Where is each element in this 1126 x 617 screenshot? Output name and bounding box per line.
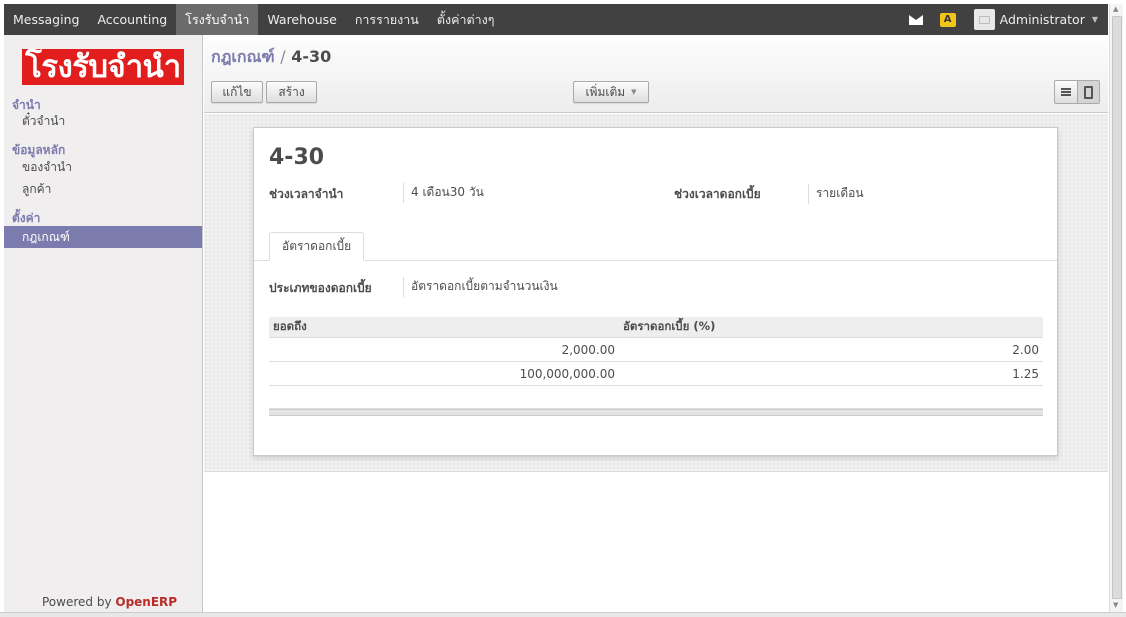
- interest-rate-table: ยอดถึง อัตราดอกเบี้ย (%) 2,000.00 2.00 1…: [269, 317, 1043, 416]
- form-view-button[interactable]: [1076, 81, 1099, 103]
- warning-icon[interactable]: A: [939, 12, 956, 27]
- sidebar-item-customers[interactable]: ลูกค้า: [4, 178, 202, 200]
- breadcrumb-current: 4-30: [291, 47, 332, 66]
- view-header: กฎเกณฑ์ / 4-30 แก้ไข สร้าง เพิ่มเติม ▼: [204, 35, 1108, 113]
- main-menu: Messaging Accounting โรงรับจำนำ Warehous…: [4, 4, 503, 35]
- view-switcher: [1054, 80, 1100, 104]
- topbar-right: A Administrator ▼: [908, 4, 1108, 35]
- table-row[interactable]: 2,000.00 2.00: [269, 338, 1043, 362]
- table-row[interactable]: 100,000,000.00 1.25: [269, 362, 1043, 386]
- breadcrumb-separator: /: [280, 47, 286, 66]
- edit-button[interactable]: แก้ไข: [211, 81, 263, 103]
- record-title: 4-30: [269, 145, 325, 170]
- cell-rate: 2.00: [1012, 342, 1039, 357]
- menu-warehouse[interactable]: Warehouse: [258, 4, 345, 35]
- form-sheet: 4-30 ช่วงเวลาจำนำ 4 เดือน30 วัน ช่วงเวลา…: [253, 127, 1058, 456]
- sidebar-item-pawn-items[interactable]: ของจำนำ: [4, 156, 202, 178]
- table-header: ยอดถึง อัตราดอกเบี้ย (%): [269, 317, 1043, 338]
- menu-reporting[interactable]: การรายงาน: [346, 4, 428, 35]
- menu-pawnshop[interactable]: โรงรับจำนำ: [176, 4, 259, 35]
- sidebar-item-rules[interactable]: กฎเกณฑ์: [4, 226, 202, 248]
- scroll-up-arrow-icon[interactable]: ▲: [1113, 5, 1118, 13]
- create-button[interactable]: สร้าง: [266, 81, 317, 103]
- interest-period-label: ช่วงเวลาดอกเบี้ย: [674, 187, 761, 201]
- scrollbar-thumb[interactable]: [1112, 16, 1122, 599]
- scroll-down-arrow-icon[interactable]: ▼: [1113, 601, 1118, 609]
- cell-amount: 2,000.00: [561, 342, 615, 357]
- interest-period-value: รายเดือน: [808, 184, 864, 204]
- caret-down-icon: ▼: [1091, 15, 1098, 24]
- list-view-button[interactable]: [1055, 81, 1077, 103]
- main-content: กฎเกณฑ์ / 4-30 แก้ไข สร้าง เพิ่มเติม ▼ 4-…: [204, 35, 1108, 612]
- sidebar-item-pawn-ticket[interactable]: ตั๋วจำนำ: [4, 110, 202, 132]
- company-logo[interactable]: โรงรับจำนำ: [22, 49, 184, 85]
- top-menu-bar: Messaging Accounting โรงรับจำนำ Warehous…: [4, 4, 1108, 35]
- pawn-period-label: ช่วงเวลาจำนำ: [269, 187, 344, 201]
- powered-prefix: Powered by: [42, 595, 116, 609]
- cell-amount: 100,000,000.00: [519, 366, 615, 381]
- powered-brand-link[interactable]: OpenERP: [115, 595, 177, 609]
- tab-bar-line: [254, 260, 1057, 261]
- more-button[interactable]: เพิ่มเติม ▼: [573, 81, 649, 103]
- breadcrumb-parent[interactable]: กฎเกณฑ์: [211, 47, 275, 66]
- sidebar: โรงรับจำนำ จำนำ ตั๋วจำนำ ข้อมูลหลัก ของจ…: [4, 35, 203, 612]
- column-header-amount[interactable]: ยอดถึง: [269, 318, 619, 336]
- user-menu[interactable]: Administrator ▼: [973, 4, 1108, 35]
- user-name: Administrator: [999, 12, 1085, 27]
- tab-interest-rate[interactable]: อัตราดอกเบี้ย: [269, 232, 365, 261]
- form-icon: [1083, 85, 1093, 99]
- more-button-label: เพิ่มเติม: [585, 84, 626, 99]
- table-empty-row: [269, 386, 1043, 409]
- avatar: [973, 9, 995, 30]
- menu-messaging[interactable]: Messaging: [4, 4, 88, 35]
- column-header-rate[interactable]: อัตราดอกเบี้ย (%): [619, 318, 1043, 336]
- table-footer: [269, 409, 1043, 416]
- list-icon: [1060, 88, 1071, 96]
- powered-by: Powered by OpenERP: [42, 595, 177, 609]
- caret-down-icon: ▼: [631, 88, 637, 96]
- pawn-period-value: 4 เดือน30 วัน: [403, 183, 484, 203]
- avatar-image-icon: [978, 15, 990, 24]
- window-bottom-edge: [0, 612, 1126, 617]
- interest-type-value: อัตราดอกเบี้ยตามจำนวนเงิน: [403, 277, 558, 297]
- vertical-scrollbar[interactable]: ▲ ▼: [1109, 4, 1123, 612]
- cell-rate: 1.25: [1012, 366, 1039, 381]
- mail-icon[interactable]: [908, 14, 923, 25]
- menu-accounting[interactable]: Accounting: [88, 4, 176, 35]
- menu-settings[interactable]: ตั้งค่าต่างๆ: [428, 4, 504, 35]
- interest-type-label: ประเภทของดอกเบี้ย: [269, 281, 372, 295]
- breadcrumb: กฎเกณฑ์ / 4-30: [211, 45, 331, 70]
